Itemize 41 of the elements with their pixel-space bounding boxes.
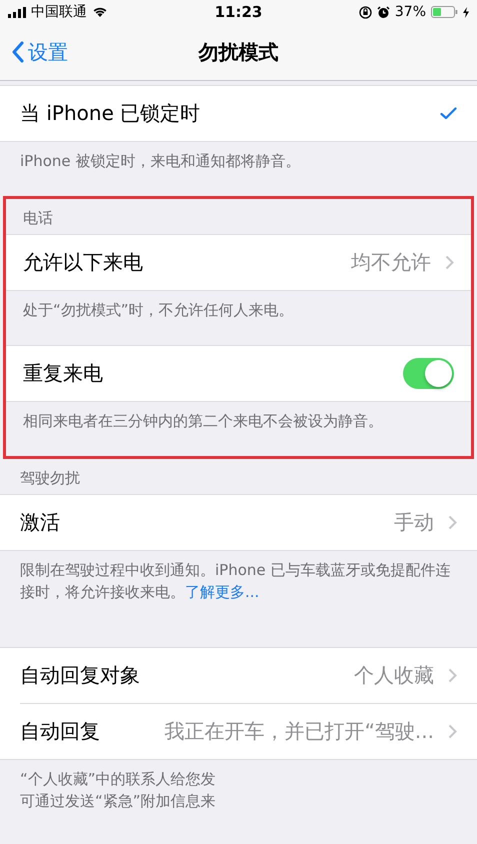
charging-icon [463,6,469,18]
section-header: 驾驶勿扰 [20,469,80,487]
row-label: 自动回复对象 [20,662,140,689]
row-label: 允许以下来电 [23,249,143,276]
section-header: 电话 [23,209,53,227]
toggle-switch[interactable] [403,358,454,389]
settings-row[interactable]: 重复来电 [6,346,471,401]
settings-row[interactable]: 允许以下来电 均不允许 [6,235,471,290]
battery-percent: 37% [394,4,426,20]
signal-icon [8,6,26,18]
footer-text: 处于“勿扰模式”时，不允许任何人来电。 [23,300,295,321]
row-label: 重复来电 [23,360,103,387]
settings-row[interactable]: 激活 手动 [0,495,477,550]
battery-icon [431,6,458,18]
chevron-icon [448,724,457,739]
footer-text: 相同来电者在三分钟内的第二个来电不会被设为静音。 [23,411,384,432]
row-value: 均不允许 [350,249,431,276]
footer-text: “个人收藏”中的联系人给您发 [20,769,217,790]
footer-text: 可通过发送“紧急”附加信息来 [20,791,217,812]
footer-text: 限制在驾驶过程中收到通知。iPhone 已与车载蓝牙或免提配件连接时，将允许接收来电。了解更多... [20,560,452,603]
rotation-lock-icon [358,6,372,18]
row-value: 个人收藏 [353,662,434,689]
settings-row[interactable]: 当 iPhone 已锁定时 [0,86,477,141]
row-label: 当 iPhone 已锁定时 [20,100,200,127]
footer-text: iPhone 被锁定时，来电和通知都将静音。 [20,151,302,172]
row-label: 自动回复 [20,718,100,745]
row-label: 激活 [20,509,60,536]
settings-row[interactable]: 自动回复 我正在开车，并已打开“驾驶... [20,703,477,759]
row-value: 手动 [393,509,434,536]
chevron-icon [448,668,457,683]
wifi-icon [92,6,108,18]
carrier-name: 中国联通 [31,3,87,21]
back-chevron-icon [12,41,24,63]
status-time: 11:23 [214,3,262,21]
row-value: 我正在开车，并已打开“驾驶... [164,718,434,745]
alarm-icon [376,6,390,18]
chevron-icon [448,515,457,530]
chevron-icon [445,255,454,270]
page-title: 勿扰模式 [198,38,278,66]
settings-row[interactable]: 自动回复对象 个人收藏 [0,648,477,703]
back-button[interactable]: 设置 [0,38,68,66]
